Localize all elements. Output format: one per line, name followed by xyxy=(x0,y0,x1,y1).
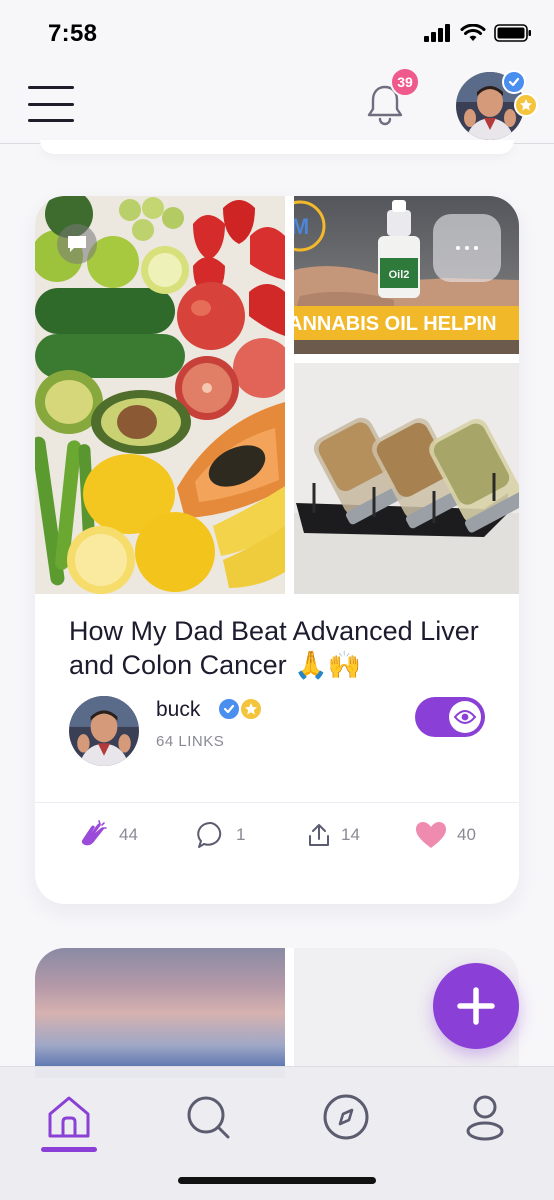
author-star-icon xyxy=(239,697,263,721)
logo-letter: M xyxy=(294,214,309,239)
bottom-navigation xyxy=(0,1066,554,1200)
menu-icon-line xyxy=(28,86,74,89)
nav-home[interactable] xyxy=(41,1089,97,1145)
menu-button[interactable] xyxy=(28,86,74,122)
next-post-image-sky[interactable] xyxy=(35,948,285,1078)
menu-icon-line xyxy=(28,102,74,106)
wifi-icon xyxy=(460,24,486,41)
signal-icon xyxy=(424,24,450,42)
bottle-label-text: Oil2 xyxy=(389,269,410,281)
clap-icon xyxy=(81,820,107,846)
author-avatar-image xyxy=(69,696,139,766)
share-icon xyxy=(309,824,329,846)
comment-bubble-icon xyxy=(57,224,97,264)
star-badge-icon xyxy=(514,93,538,117)
previous-card-edge xyxy=(40,140,514,154)
heart-icon xyxy=(416,822,446,848)
banner-text: ANNABIS OIL HELPIN xyxy=(294,313,497,335)
sprout-jars-illustration xyxy=(294,363,519,594)
more-dot-icon xyxy=(456,246,460,250)
eye-icon xyxy=(454,710,476,724)
author-verified-icon xyxy=(217,697,241,721)
menu-icon-line xyxy=(28,119,74,122)
clap-button[interactable]: 44 xyxy=(77,818,138,852)
search-icon xyxy=(187,1096,230,1139)
plus-icon xyxy=(457,987,495,1025)
nav-explore[interactable] xyxy=(318,1089,374,1145)
post-image-sprout-jars[interactable] xyxy=(294,363,519,594)
home-icon xyxy=(48,1096,90,1138)
share-button[interactable]: 14 xyxy=(307,818,360,852)
more-dot-icon xyxy=(474,246,478,250)
visibility-toggle[interactable] xyxy=(415,697,485,737)
toggle-knob xyxy=(449,701,481,733)
battery-icon xyxy=(494,24,531,42)
add-post-button[interactable] xyxy=(433,963,519,1049)
more-options-button[interactable] xyxy=(433,214,501,282)
status-time: 7:58 xyxy=(48,20,98,47)
post-title[interactable]: How My Dad Beat Advanced Liver and Colon… xyxy=(69,614,489,682)
status-bar: 7:58 xyxy=(0,0,554,62)
more-dot-icon xyxy=(465,246,469,250)
home-indicator xyxy=(178,1177,376,1184)
like-count: 40 xyxy=(457,825,476,844)
author-name[interactable]: buck xyxy=(156,698,200,722)
comment-icon xyxy=(197,821,222,848)
nav-active-indicator xyxy=(41,1147,97,1152)
like-button[interactable]: 40 xyxy=(415,818,476,852)
comment-count: 1 xyxy=(236,825,246,844)
nav-search[interactable] xyxy=(180,1089,236,1145)
profile-icon xyxy=(466,1095,504,1141)
card-divider xyxy=(35,802,519,803)
notification-badge: 39 xyxy=(390,67,420,97)
share-count: 14 xyxy=(341,825,360,844)
verified-badge-icon xyxy=(502,70,526,94)
author-links-count: 64 LINKS xyxy=(156,733,225,750)
comment-button[interactable]: 1 xyxy=(196,818,245,852)
clap-count: 44 xyxy=(119,825,138,844)
compass-icon xyxy=(323,1094,369,1140)
post-card[interactable]: Oil2 M ANNABIS OIL HELPIN How My Dad Bea… xyxy=(35,196,519,904)
author-avatar[interactable] xyxy=(69,696,139,766)
status-icons xyxy=(424,24,532,42)
nav-profile[interactable] xyxy=(457,1089,513,1145)
